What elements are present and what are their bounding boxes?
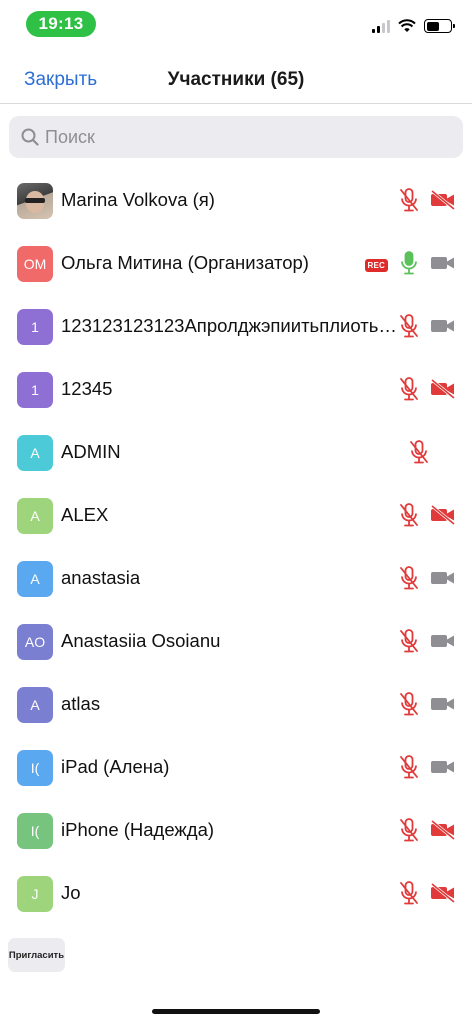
microphone-muted-icon	[398, 376, 420, 407]
participant-status-icons	[398, 313, 456, 344]
home-indicator	[152, 1009, 320, 1014]
participant-row[interactable]: A ALEX	[0, 485, 472, 548]
avatar: A	[17, 498, 53, 534]
participant-name: iPhone (Надежда)	[61, 819, 215, 840]
participant-name: anastasia	[61, 567, 141, 588]
participant-row[interactable]: 1 12345	[0, 359, 472, 422]
cellular-signal-icon	[372, 19, 390, 33]
participant-row[interactable]: A ADMIN	[0, 422, 472, 485]
avatar: A	[17, 561, 53, 597]
search-input[interactable]	[45, 126, 425, 148]
participant-name: ALEX	[61, 504, 109, 525]
nav-bar: Закрыть Участники (65)	[0, 56, 472, 104]
participant-status-icons	[398, 565, 456, 596]
video-camera-icon	[430, 316, 456, 341]
participant-name: 12345	[61, 378, 113, 399]
participant-row[interactable]: AO Anastasiia Osoianu	[0, 611, 472, 674]
avatar: J	[17, 876, 53, 912]
system-icons	[372, 18, 455, 34]
status-bar: 19:13	[0, 0, 472, 50]
avatar: OM	[17, 246, 53, 282]
participant-row[interactable]: Aatlas	[0, 674, 472, 737]
invite-button[interactable]: Пригласить	[8, 938, 65, 972]
microphone-muted-icon	[398, 691, 420, 722]
microphone-muted-icon	[398, 313, 420, 344]
participant-row[interactable]: J Jo	[0, 863, 472, 926]
battery-icon	[424, 19, 455, 33]
avatar: 1	[17, 309, 53, 345]
participant-name: atlas	[61, 693, 101, 714]
wifi-icon	[398, 19, 416, 32]
participant-row[interactable]: Marina Volkova (я)	[0, 170, 472, 233]
participant-row[interactable]: OM Ольга Митина (Организатор) REC	[0, 233, 472, 296]
video-camera-icon	[430, 694, 456, 719]
microphone-icon	[398, 250, 420, 281]
participant-status-icons	[398, 187, 456, 218]
participant-row[interactable]: 1 123123123123Апролджэпиитьплиотьапролджэ	[0, 296, 472, 359]
participant-name: 123123123123Апролджэпиитьплиотьапролджэ	[61, 315, 401, 336]
participant-row[interactable]: I( iPhone (Надежда)	[0, 800, 472, 863]
participant-list: Marina Volkova (я) OM Ольга Митина (Органи…	[0, 170, 472, 926]
participant-name: Jo	[61, 882, 81, 903]
participant-name: Anastasiia Osoianu	[61, 630, 221, 651]
video-camera-icon	[430, 631, 456, 656]
avatar: I(	[17, 750, 53, 786]
participant-status-icons: REC	[364, 250, 457, 281]
participant-row[interactable]: Aanastasia	[0, 548, 472, 611]
microphone-muted-icon	[398, 754, 420, 785]
microphone-muted-icon	[398, 187, 420, 218]
participant-row[interactable]: I( iPad (Алена)	[0, 737, 472, 800]
participant-status-icons	[398, 817, 456, 848]
status-time: 19:13	[26, 11, 96, 37]
avatar: I(	[17, 813, 53, 849]
video-off-icon	[430, 378, 456, 404]
participant-status-icons	[398, 691, 456, 722]
page-title: Участники (65)	[167, 69, 305, 90]
participant-status-icons	[398, 880, 456, 911]
participant-status-icons	[398, 502, 456, 533]
search-bar[interactable]	[9, 116, 463, 158]
video-camera-icon	[430, 568, 456, 593]
avatar: A	[17, 435, 53, 471]
microphone-muted-icon	[398, 880, 420, 911]
microphone-muted-icon	[398, 817, 420, 848]
participant-name: iPad (Алена)	[61, 756, 170, 777]
microphone-muted-icon	[408, 439, 430, 470]
video-off-icon	[430, 189, 456, 215]
participant-status-icons	[398, 754, 456, 785]
video-camera-icon	[430, 253, 456, 278]
microphone-muted-icon	[398, 628, 420, 659]
avatar-photo	[17, 183, 53, 219]
participant-status-icons	[398, 376, 456, 407]
microphone-muted-icon	[398, 502, 420, 533]
search-icon	[21, 128, 39, 146]
video-off-icon	[430, 882, 456, 908]
avatar: AO	[17, 624, 53, 660]
recording-badge: REC	[364, 258, 388, 272]
video-off-icon	[430, 819, 456, 845]
video-off-icon	[430, 504, 456, 530]
avatar: 1	[17, 372, 53, 408]
avatar: A	[17, 687, 53, 723]
participant-status-icons	[398, 628, 456, 659]
participant-name: Ольга Митина (Организатор)	[61, 252, 309, 273]
video-camera-icon	[430, 757, 456, 782]
participant-name: Marina Volkova (я)	[61, 189, 215, 210]
participant-status-icons	[408, 439, 456, 470]
microphone-muted-icon	[398, 565, 420, 596]
participant-name: ADMIN	[61, 441, 121, 462]
